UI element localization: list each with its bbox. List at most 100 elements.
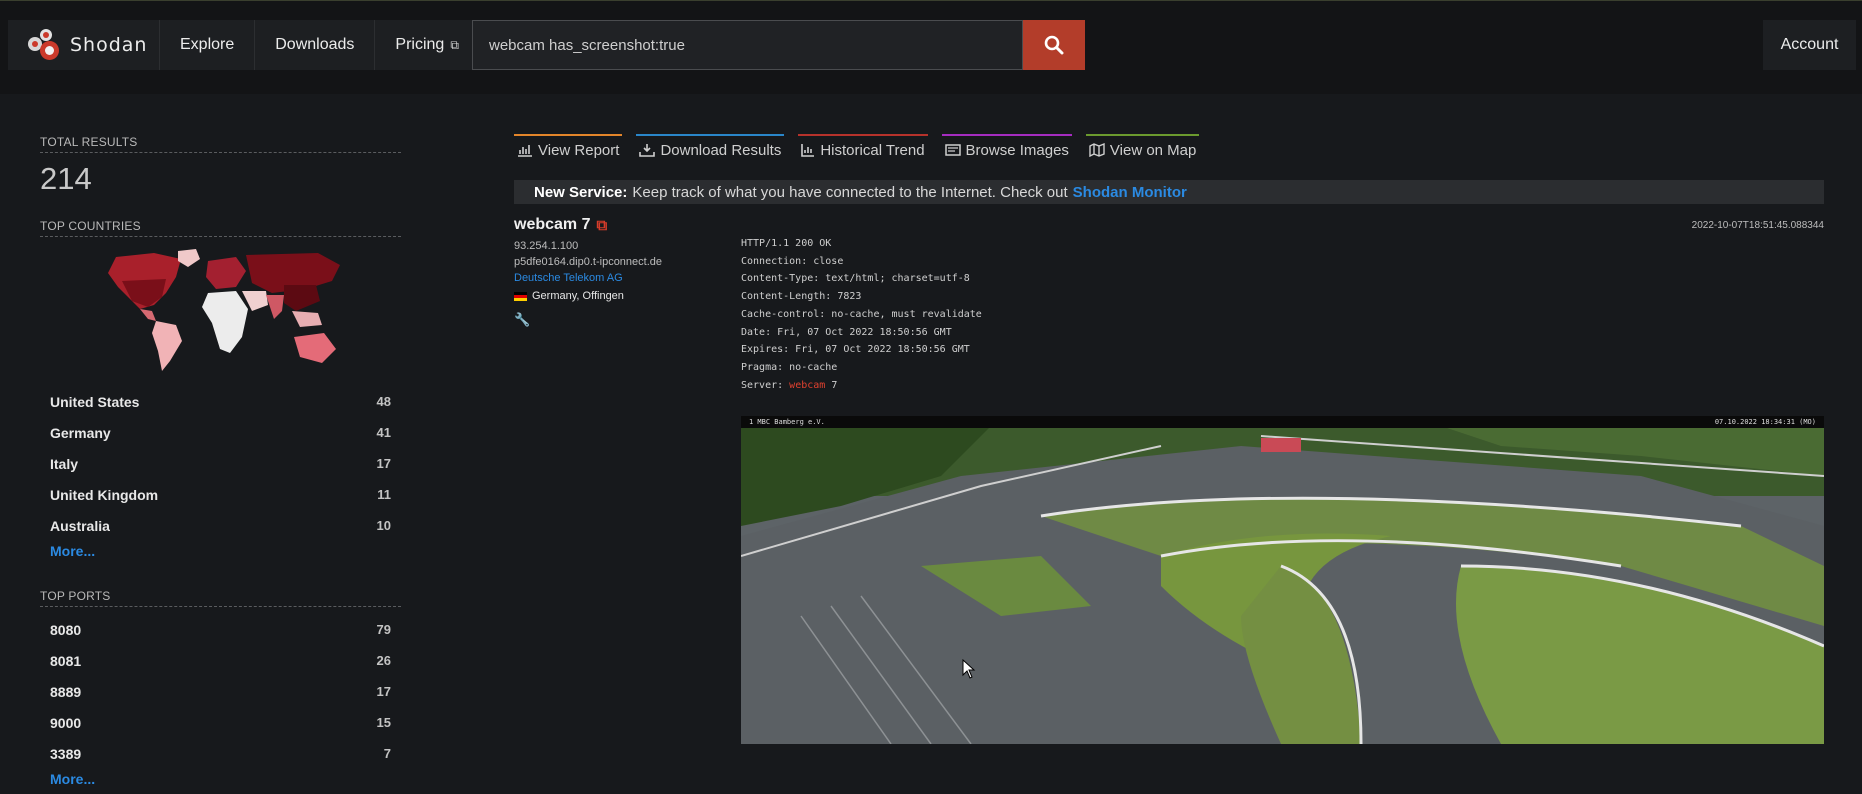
http-line: Connection: close <box>741 255 844 267</box>
country-count: 10 <box>376 518 391 533</box>
top-ports-title: TOP PORTS <box>40 589 401 607</box>
account-button[interactable]: Account <box>1763 20 1856 70</box>
external-link-icon: ⧉ <box>450 37 459 52</box>
tab-browse-images[interactable]: Browse Images <box>941 134 1072 164</box>
port-row[interactable]: 8889 17 <box>40 676 401 707</box>
country-count: 41 <box>376 425 391 440</box>
http-line: HTTP/1.1 200 OK <box>741 238 832 249</box>
result-location-text: Germany, Offingen <box>532 290 624 302</box>
port-count: 79 <box>376 622 391 637</box>
nav-downloads[interactable]: Downloads <box>255 20 376 70</box>
tab-view-report[interactable]: View Report <box>514 134 623 164</box>
nav-pricing[interactable]: Pricing ⧉ <box>375 20 480 70</box>
port-row[interactable]: 8080 79 <box>40 614 401 645</box>
server-prefix: Server: <box>741 379 790 391</box>
tab-historical-trend[interactable]: Historical Trend <box>798 134 928 164</box>
tab-download-results[interactable]: Download Results <box>636 134 785 164</box>
tab-historical-trend-label: Historical Trend <box>820 141 925 159</box>
port-row[interactable]: 9000 15 <box>40 707 401 738</box>
camera-overlay-bar: 1 MBC Bamberg e.V. 07.10.2022 18:34:31 (… <box>741 416 1824 428</box>
shodan-monitor-link[interactable]: Shodan Monitor <box>1073 184 1187 201</box>
shodan-logo[interactable]: Shodan <box>8 20 160 70</box>
tab-download-results-label: Download Results <box>660 141 782 159</box>
total-results-title: TOTAL RESULTS <box>40 135 401 153</box>
countries-more-link[interactable]: More... <box>40 541 401 567</box>
camera-timestamp: 07.10.2022 18:34:31 (MO) <box>1714 418 1816 426</box>
map-icon <box>1089 143 1105 157</box>
port-number: 8081 <box>50 652 82 669</box>
result-title: webcam 7 ⧉ <box>514 216 1824 234</box>
http-line: Cache-control: no-cache, must revalidate <box>741 308 982 320</box>
country-name: United Kingdom <box>50 486 159 503</box>
world-map[interactable] <box>96 249 346 374</box>
tab-view-on-map[interactable]: View on Map <box>1085 134 1200 164</box>
result-org[interactable]: Deutsche Telekom AG <box>514 270 1824 286</box>
map-se-asia <box>292 311 322 327</box>
report-icon <box>518 145 532 157</box>
action-tabs: View Report Download Results Historical … <box>514 134 1824 164</box>
banner-bold: New Service: <box>534 183 628 201</box>
tab-view-on-map-label: View on Map <box>1109 141 1197 159</box>
webcam-screenshot[interactable]: 1 MBC Bamberg e.V. 07.10.2022 18:34:31 (… <box>741 416 1824 744</box>
chart-icon <box>801 144 815 157</box>
webcam-image <box>741 416 1824 744</box>
http-line: Content-Type: text/html; charset=utf-8 <box>741 273 970 285</box>
country-name: United States <box>50 393 140 410</box>
http-server-line: Server: webcam 7 <box>741 377 982 395</box>
camera-label: 1 MBC Bamberg e.V. <box>749 418 825 426</box>
country-row[interactable]: Germany 41 <box>40 417 401 448</box>
port-count: 7 <box>383 746 391 761</box>
http-line: Date: Fri, 07 Oct 2022 18:50:56 GMT <box>741 326 952 338</box>
total-results-count: 214 <box>40 161 92 196</box>
country-row[interactable]: Italy 17 <box>40 448 401 479</box>
search-button[interactable] <box>1023 20 1085 70</box>
search-input[interactable] <box>472 20 1023 70</box>
wrench-icon[interactable]: 🔧 <box>514 312 1824 328</box>
new-service-banner: New Service: Keep track of what you have… <box>514 180 1824 204</box>
germany-flag-icon <box>514 291 527 301</box>
port-number: 8889 <box>50 683 82 700</box>
ports-list: 8080 79 8081 26 8889 17 9000 15 3389 7 <box>40 614 401 769</box>
tab-browse-images-label: Browse Images <box>965 141 1069 159</box>
result-title-text[interactable]: webcam 7 <box>514 216 590 234</box>
country-row[interactable]: United Kingdom 11 <box>40 479 401 510</box>
countries-list: United States 48 Germany 41 Italy 17 United… <box>40 386 401 541</box>
ports-more-link[interactable]: More... <box>40 769 401 794</box>
result-timestamp: 2022-10-07T18:51:45.088344 <box>1691 220 1824 231</box>
external-link-icon[interactable]: ⧉ <box>596 217 607 234</box>
map-greenland <box>178 249 200 267</box>
top-countries-title: TOP COUNTRIES <box>40 219 401 237</box>
port-number: 3389 <box>50 745 82 762</box>
banner-text: Keep track of what you have connected to… <box>632 183 1068 201</box>
port-row[interactable]: 3389 7 <box>40 738 401 769</box>
port-count: 26 <box>376 653 391 668</box>
country-count: 17 <box>376 456 391 471</box>
shodan-logo-icon <box>28 28 62 62</box>
country-row[interactable]: United States 48 <box>40 386 401 417</box>
nav-explore[interactable]: Explore <box>160 20 256 70</box>
result-meta: 93.254.1.100 p5dfe0164.dip0.t-ipconnect.… <box>514 238 1824 328</box>
map-usa <box>122 279 166 307</box>
country-name: Italy <box>50 455 79 472</box>
country-row[interactable]: Australia 10 <box>40 510 401 541</box>
sidebar: TOTAL RESULTS 214 TOP COUNTRIES United S… <box>40 135 401 794</box>
result-location: Germany, Offingen <box>514 288 1824 304</box>
map-europe <box>206 257 246 289</box>
download-icon <box>639 144 656 157</box>
port-count: 15 <box>376 715 391 730</box>
result-ip[interactable]: 93.254.1.100 <box>514 238 1824 254</box>
images-icon <box>944 144 961 156</box>
nav-pricing-label: Pricing <box>395 36 445 53</box>
navbar: Shodan Explore Downloads Pricing ⧉ <box>8 20 480 70</box>
result-hostname: p5dfe0164.dip0.t-ipconnect.de <box>514 256 663 268</box>
http-line: Pragma: no-cache <box>741 361 838 373</box>
http-line: Expires: Fri, 07 Oct 2022 18:50:56 GMT <box>741 344 970 356</box>
search-bar <box>472 20 1085 70</box>
port-row[interactable]: 8081 26 <box>40 645 401 676</box>
port-number: 9000 <box>50 714 82 731</box>
country-name: Australia <box>50 517 110 534</box>
server-highlight: webcam <box>789 379 826 391</box>
main-content: View Report Download Results Historical … <box>514 134 1824 744</box>
country-count: 48 <box>376 394 391 409</box>
map-india <box>266 295 284 319</box>
